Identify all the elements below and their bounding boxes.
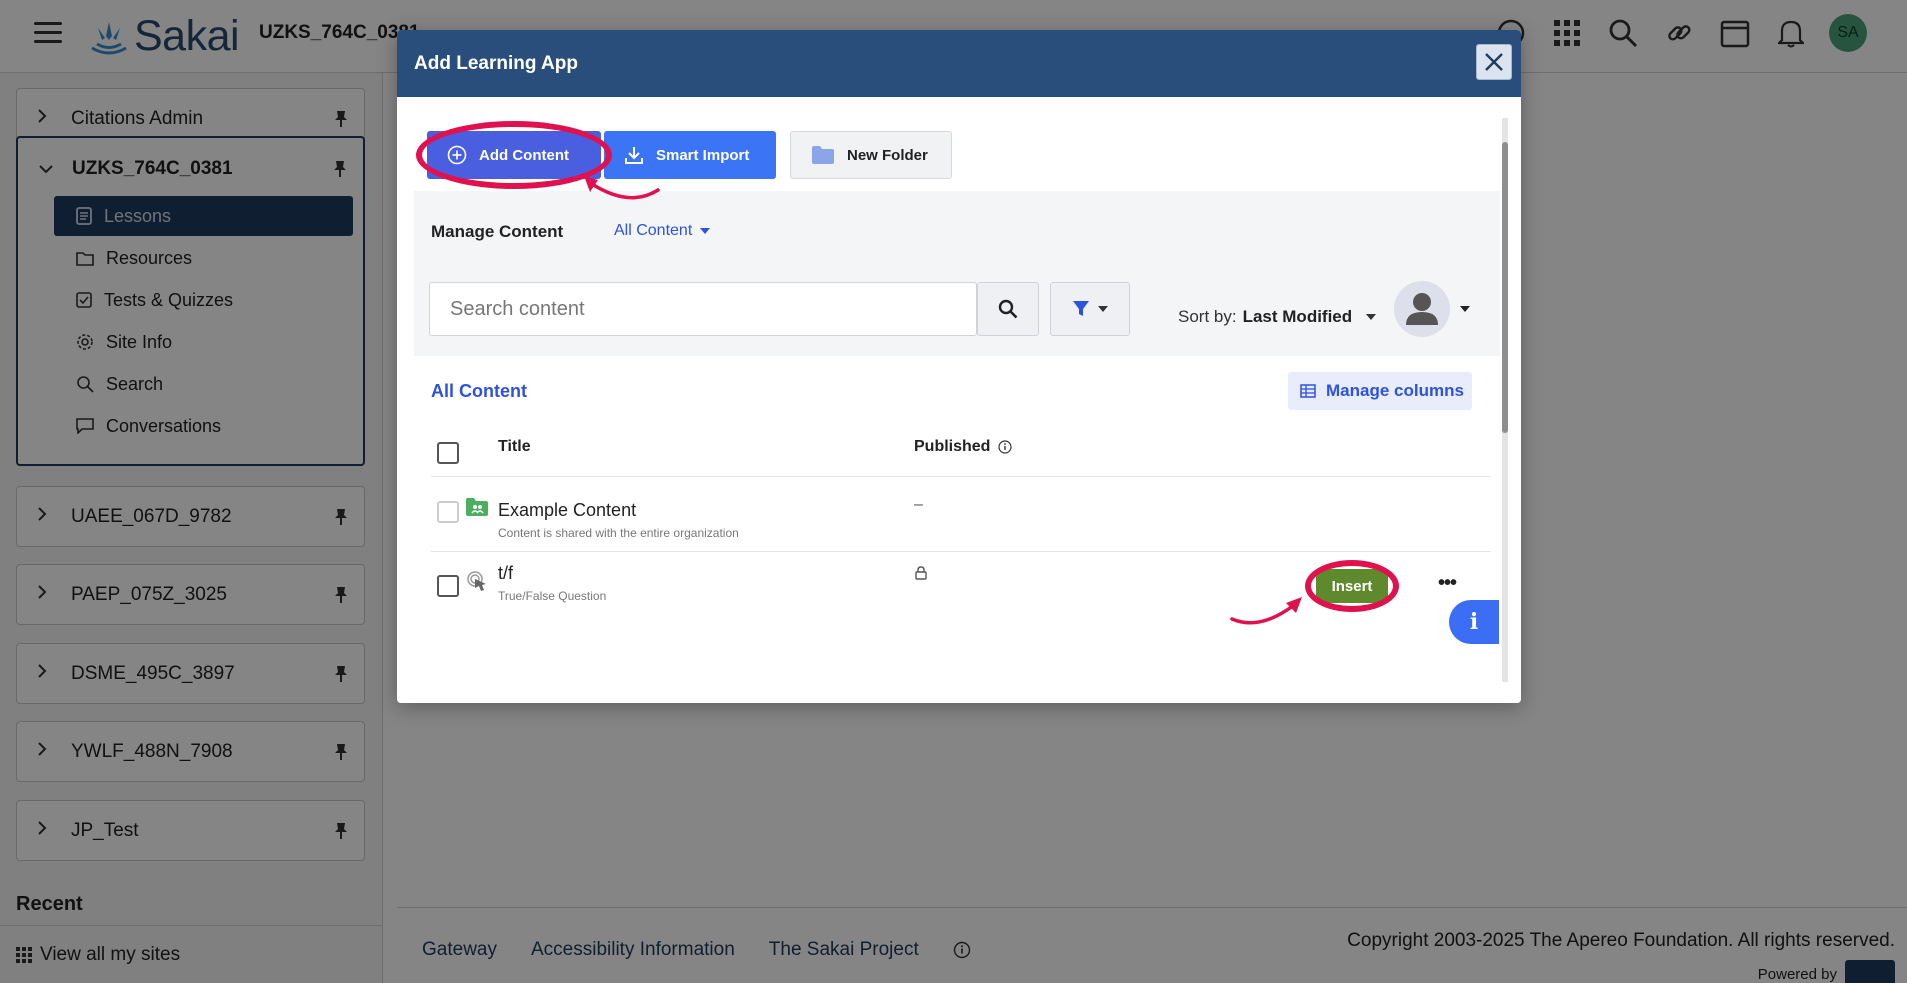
user-avatar-icon (1394, 281, 1450, 337)
divider (431, 551, 1491, 552)
search-input[interactable] (430, 283, 978, 335)
smart-import-label: Smart Import (656, 146, 750, 164)
filter-button[interactable] (1050, 282, 1130, 336)
info-button[interactable]: i (1449, 600, 1499, 644)
shared-folder-icon (466, 498, 488, 516)
dialog-body: Add Content Smart Import New Folder Mana… (397, 97, 1521, 703)
caret-down-icon (700, 228, 711, 234)
caret-down-icon (1460, 306, 1470, 312)
row-checkbox[interactable] (437, 575, 459, 597)
table-icon (1300, 384, 1316, 398)
touch-icon (467, 571, 486, 591)
close-button[interactable] (1476, 44, 1512, 80)
lock-icon (915, 566, 927, 580)
new-folder-button[interactable]: New Folder (790, 131, 952, 179)
column-header-title[interactable]: Title (498, 438, 531, 456)
pointer-arrow-icon (584, 176, 660, 200)
dialog-header: Add Learning App (397, 30, 1521, 97)
manage-columns-button[interactable]: Manage columns (1288, 372, 1472, 410)
sort-label: Sort by: (1178, 307, 1237, 326)
content-table-panel: All Content Manage columns Title Publish… (414, 356, 1500, 682)
content-filter-dropdown[interactable]: All Content (614, 222, 711, 240)
add-learning-app-dialog: Add Learning App Add Content Smart Impor… (397, 30, 1521, 703)
content-filter-value: All Content (614, 222, 693, 239)
new-folder-label: New Folder (847, 146, 928, 164)
info-circle-icon (998, 440, 1013, 454)
folder-icon (812, 146, 834, 164)
row-subtitle: True/False Question (498, 589, 607, 603)
search-icon (998, 299, 1018, 319)
pointer-arrow-icon (1230, 597, 1302, 625)
manage-content-label: Manage Content (431, 222, 564, 241)
sort-dropdown[interactable]: Sort by: Last Modified (1178, 307, 1377, 327)
row-checkbox[interactable] (437, 501, 459, 523)
section-title: All Content (431, 381, 527, 401)
divider (431, 476, 1491, 477)
published-status: – (914, 496, 923, 513)
search-field (429, 282, 978, 336)
scrollbar-thumb[interactable] (1502, 142, 1508, 433)
funnel-icon (1073, 301, 1089, 316)
owner-filter-dropdown[interactable] (1394, 281, 1470, 337)
highlight-ring (1305, 560, 1399, 612)
caret-down-icon (1098, 306, 1108, 312)
manage-columns-label: Manage columns (1326, 381, 1464, 400)
column-header-published[interactable]: Published (914, 438, 1013, 456)
caret-down-icon (1366, 314, 1377, 320)
row-title[interactable]: t/f (498, 563, 513, 584)
more-actions-button[interactable]: ••• (1438, 572, 1457, 595)
row-title[interactable]: Example Content (498, 500, 636, 521)
search-button[interactable] (977, 282, 1039, 336)
row-subtitle: Content is shared with the entire organi… (498, 526, 739, 540)
select-all-checkbox[interactable] (437, 442, 459, 464)
sort-value: Last Modified (1242, 307, 1353, 326)
dialog-title: Add Learning App (414, 52, 578, 74)
close-icon (1485, 53, 1503, 71)
